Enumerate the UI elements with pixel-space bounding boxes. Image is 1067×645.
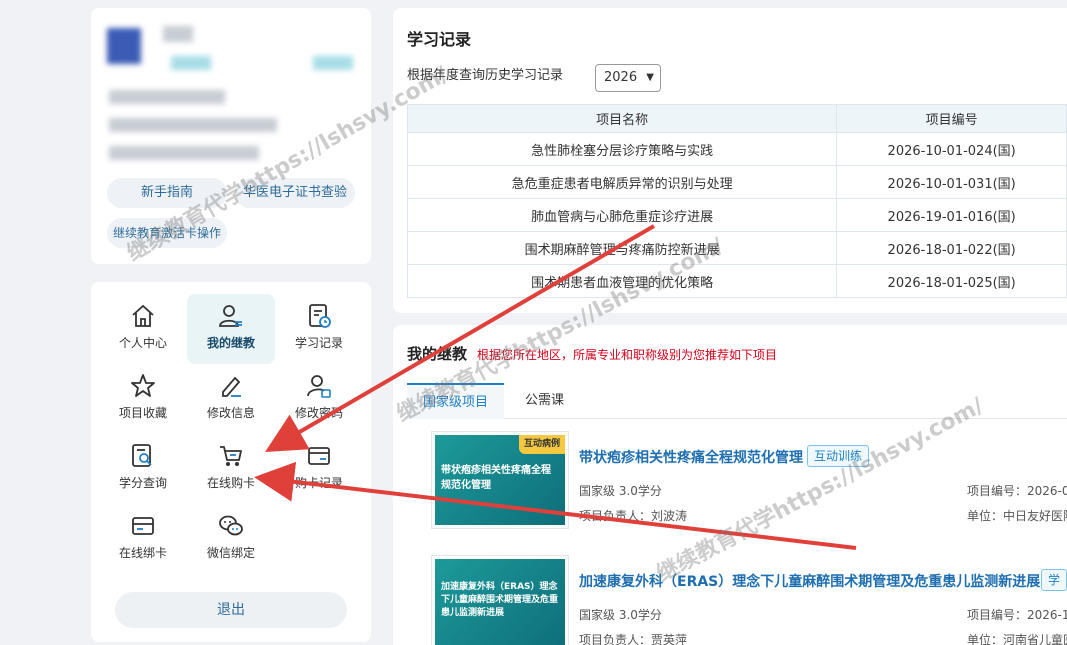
course-thumbnail[interactable]: 加速康复外科（ERAS）理念下儿童麻醉围术期管理及危重患儿监测新进展 (431, 555, 569, 645)
course-unit: 单位：中日友好医院 (967, 509, 1067, 523)
status-badge-blurred (313, 56, 353, 70)
my-education-card: 我的继教 根据您所在地区，所属专业和职称级别为您推荐如下项目 国家级项目 公需课… (393, 325, 1067, 645)
menu-item-label: 学习记录 (294, 336, 343, 350)
column-header: 项目名称 (406, 104, 838, 133)
course-code: 项目编号：2026-0 (967, 484, 1067, 498)
cell-project-code: 2026-18-01-025(国) (836, 264, 1067, 298)
menu-item-label: 购卡记录 (294, 476, 343, 490)
menu-item-label: 个人中心 (118, 336, 167, 350)
menu-item-card-record[interactable]: 购卡记录 (275, 434, 363, 504)
list-item[interactable]: 加速康复外科（ERAS）理念下儿童麻醉围术期管理及危重患儿监测新进展 加速康复外… (431, 555, 1067, 645)
tab-national[interactable]: 国家级项目 (407, 383, 505, 419)
user-card-icon (219, 305, 242, 327)
cell-project-code: 2026-18-01-022(国) (836, 231, 1067, 265)
course-tag: 学 (1041, 569, 1067, 591)
lock-user-icon (307, 375, 331, 398)
menu-item-label: 我的继教 (206, 336, 255, 350)
course-leader: 项目负责人：刘波涛 (579, 509, 688, 523)
menu-card: 个人中心 我的继教 学习记录 项目收藏 修改信息 修改密码 学分查询 在线购卡 … (91, 282, 371, 642)
menu-item-label: 微信绑定 (206, 546, 255, 560)
course-tag: 互动训练 (807, 445, 870, 467)
thumbnail-badge: 互动病例 (518, 435, 565, 454)
level-badge-blurred (171, 56, 211, 70)
avatar (107, 28, 141, 64)
chevron-down-icon: ▼ (646, 72, 654, 83)
edit-icon (222, 376, 241, 397)
course-credit: 国家级 3.0学分 (579, 484, 662, 498)
page-title: 学习记录 (407, 30, 472, 49)
column-header: 项目编号 (836, 104, 1067, 133)
search-doc-icon (132, 444, 152, 467)
menu-item-favorites[interactable]: 项目收藏 (99, 364, 187, 434)
cart-icon (220, 446, 242, 466)
menu-item-home[interactable]: 个人中心 (99, 294, 187, 364)
activate-card-button[interactable]: 继续教育激活卡操作 (107, 218, 227, 248)
course-leader: 项目负责人：贾英萍 (579, 633, 688, 645)
course-tabs: 国家级项目 公需课 (407, 383, 1067, 419)
menu-item-wechat-bind[interactable]: 微信绑定 (187, 504, 275, 574)
course-code: 项目编号：2026-1 (967, 608, 1067, 622)
cell-project-code: 2026-10-01-024(国) (836, 132, 1067, 166)
menu-item-label: 在线绑卡 (118, 546, 167, 560)
bind-card-icon (132, 517, 154, 535)
year-select-value: 2026 (604, 70, 638, 85)
wechat-icon (219, 515, 243, 536)
year-select[interactable]: 2026 ▼ (595, 64, 661, 92)
course-thumbnail[interactable]: 互动病例 带状疱疹相关性疼痛全程规范化管理 (431, 431, 569, 529)
info-line-blurred (109, 146, 259, 160)
star-icon (131, 374, 155, 397)
recommend-hint: 根据您所在地区，所属专业和职称级别为您推荐如下项目 (477, 348, 778, 362)
menu-item-label: 项目收藏 (118, 406, 167, 420)
cell-project-name: 围术期患者血液管理的优化策略 (406, 264, 838, 298)
username-blurred (163, 26, 193, 42)
home-icon (132, 304, 154, 327)
menu-item-change-password[interactable]: 修改密码 (275, 364, 363, 434)
year-filter-label: 根据年度查询历史学习记录 (407, 68, 564, 83)
menu-item-study-record[interactable]: 学习记录 (275, 294, 363, 364)
section-title: 我的继教 (407, 345, 468, 363)
cell-project-code: 2026-10-01-031(国) (836, 165, 1067, 199)
table-row: 肺血管病与心肺危重症诊疗进展 2026-19-01-016(国) (406, 198, 1067, 232)
table-row: 围术期麻醉管理与疼痛防控新进展 2026-18-01-022(国) (406, 231, 1067, 265)
course-credit: 国家级 3.0学分 (579, 608, 662, 622)
cell-project-name: 急性肺栓塞分层诊疗策略与实践 (406, 132, 838, 166)
table-row: 围术期患者血液管理的优化策略 2026-18-01-025(国) (406, 264, 1067, 298)
course-name-link[interactable]: 加速康复外科（ERAS）理念下儿童麻醉围术期管理及危重患儿监测新进展 (579, 571, 1040, 591)
cell-project-code: 2026-19-01-016(国) (836, 198, 1067, 232)
logout-button[interactable]: 退出 (115, 592, 347, 628)
info-line-blurred (109, 118, 277, 132)
menu-item-credit-query[interactable]: 学分查询 (99, 434, 187, 504)
table-row: 急危重症患者电解质异常的识别与处理 2026-10-01-031(国) (406, 165, 1067, 199)
study-record-table: 项目名称 项目编号 急性肺栓塞分层诊疗策略与实践 2026-10-01-024(国… (406, 104, 1067, 298)
card-icon (308, 447, 330, 465)
table-row: 急性肺栓塞分层诊疗策略与实践 2026-10-01-024(国) (406, 132, 1067, 166)
guide-button[interactable]: 新手指南 (107, 178, 227, 208)
tab-public-course[interactable]: 公需课 (509, 383, 580, 419)
study-record-card: 学习记录 根据年度查询历史学习记录 2026 ▼ 项目名称 项目编号 急性肺栓塞… (393, 8, 1067, 313)
cell-project-name: 肺血管病与心肺危重症诊疗进展 (406, 198, 838, 232)
menu-item-my-education[interactable]: 我的继教 (187, 294, 275, 364)
thumbnail-text: 带状疱疹相关性疼痛全程规范化管理 (441, 465, 551, 491)
list-item[interactable]: 互动病例 带状疱疹相关性疼痛全程规范化管理 带状疱疹相关性疼痛全程规范化管理 互… (431, 431, 1067, 531)
cell-project-name: 急危重症患者电解质异常的识别与处理 (406, 165, 838, 199)
info-line-blurred (109, 90, 225, 104)
course-name-link[interactable]: 带状疱疹相关性疼痛全程规范化管理 (579, 447, 803, 467)
thumbnail-text: 加速康复外科（ERAS）理念下儿童麻醉围术期管理及危重患儿监测新进展 (441, 582, 559, 618)
menu-item-label: 修改信息 (206, 406, 255, 420)
menu-item-bind-card[interactable]: 在线绑卡 (99, 504, 187, 574)
menu-item-label: 修改密码 (294, 406, 343, 420)
certificate-verify-button[interactable]: 华医电子证书查验 (235, 178, 355, 208)
menu-item-label: 学分查询 (118, 476, 167, 490)
course-unit: 单位：河南省儿童医 (967, 633, 1067, 645)
menu-item-buy-card[interactable]: 在线购卡 (187, 434, 275, 504)
menu-item-label: 在线购卡 (206, 476, 255, 490)
record-icon (309, 304, 331, 328)
thumbnail-image: 互动病例 带状疱疹相关性疼痛全程规范化管理 (435, 435, 565, 525)
profile-card: 新手指南 华医电子证书查验 继续教育激活卡操作 (91, 8, 371, 264)
thumbnail-image: 加速康复外科（ERAS）理念下儿童麻醉围术期管理及危重患儿监测新进展 (435, 559, 565, 645)
cell-project-name: 围术期麻醉管理与疼痛防控新进展 (406, 231, 838, 265)
table-header-row: 项目名称 项目编号 (406, 104, 1067, 133)
menu-item-edit-info[interactable]: 修改信息 (187, 364, 275, 434)
